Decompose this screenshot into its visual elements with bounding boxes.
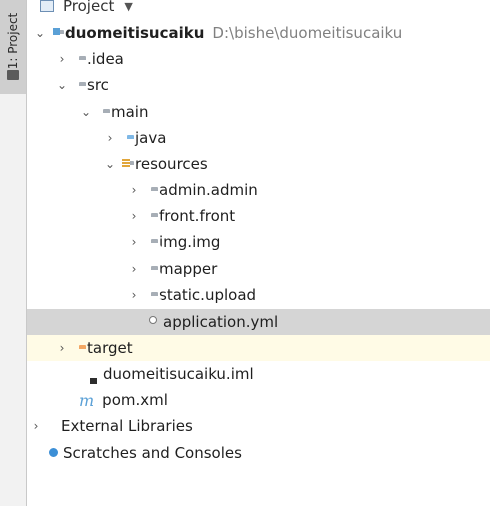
tree-row-project-root[interactable]: ⌄ duomeitisucaiku D:\bishe\duomeitisucai… [27, 20, 490, 46]
tree-row-src[interactable]: ⌄ src [27, 72, 490, 98]
chevron-right-icon[interactable]: › [55, 52, 69, 66]
project-header: Project ▼ [27, 0, 490, 18]
chevron-right-icon[interactable]: › [127, 209, 141, 223]
tree-label: application.yml [163, 313, 279, 331]
chevron-right-icon[interactable]: › [127, 183, 141, 197]
chevron-right-icon[interactable]: › [55, 341, 69, 355]
tree-row-external-libraries[interactable]: › External Libraries [27, 413, 490, 439]
tree-row-idea[interactable]: › .idea [27, 46, 490, 72]
chevron-down-icon[interactable]: ⌄ [103, 157, 117, 171]
chevron-down-icon[interactable]: ⌄ [33, 26, 47, 40]
tree-row-iml-file[interactable]: duomeitisucaiku.iml [27, 361, 490, 387]
tree-label: target [87, 339, 133, 357]
tree-label: External Libraries [61, 417, 193, 435]
folder-icon [7, 70, 19, 80]
tree-label: java [135, 129, 167, 147]
project-tool-tab[interactable]: 1: Project [0, 0, 26, 94]
chevron-right-icon[interactable]: › [103, 131, 117, 145]
tree-row-pom-file[interactable]: m pom.xml [27, 387, 490, 413]
tree-label: main [111, 103, 149, 121]
tree-row-main[interactable]: ⌄ main [27, 99, 490, 125]
project-title[interactable]: Project [63, 0, 114, 15]
tool-window-strip: 1: Project [0, 0, 27, 506]
tree-row-mapper[interactable]: › mapper [27, 256, 490, 282]
tree-row-target[interactable]: › target [27, 335, 490, 361]
chevron-down-icon[interactable]: ⌄ [79, 105, 93, 119]
tree-row-resources[interactable]: ⌄ resources [27, 151, 490, 177]
tree-label: pom.xml [102, 391, 168, 409]
tree-label: .idea [87, 50, 124, 68]
tree-row-java[interactable]: › java [27, 125, 490, 151]
tree-label: resources [135, 155, 208, 173]
tree-row-img-img[interactable]: › img.img [27, 229, 490, 255]
chevron-right-icon[interactable]: › [127, 235, 141, 249]
tree-row-application-yml[interactable]: application.yml [27, 309, 490, 335]
tree-label: mapper [159, 260, 218, 278]
project-path: D:\bishe\duomeitisucaiku [212, 24, 403, 42]
tree-row-static-upload[interactable]: › static.upload [27, 282, 490, 308]
project-view-icon [40, 0, 54, 12]
tree-label: admin.admin [159, 181, 258, 199]
tree-label: duomeitisucaiku [65, 24, 205, 42]
chevron-right-icon[interactable]: › [127, 288, 141, 302]
maven-glyph: m [79, 390, 95, 410]
maven-icon: m [79, 391, 94, 410]
tree-row-scratches[interactable]: Scratches and Consoles [27, 440, 490, 466]
module-file-icon [90, 365, 97, 384]
tree-label: src [87, 76, 109, 94]
tree-label: img.img [159, 233, 221, 251]
tree-label: front.front [159, 207, 236, 225]
tree-label: Scratches and Consoles [63, 444, 242, 462]
chevron-down-icon[interactable]: ⌄ [55, 78, 69, 92]
project-tab-label: 1: Project [6, 12, 20, 70]
chevron-down-icon[interactable]: ▼ [124, 0, 132, 13]
chevron-right-icon[interactable]: › [29, 419, 43, 433]
tree-label: duomeitisucaiku.iml [103, 365, 254, 383]
tree-label: static.upload [159, 286, 257, 304]
tree-row-admin-admin[interactable]: › admin.admin [27, 177, 490, 203]
tree-row-front-front[interactable]: › front.front [27, 203, 490, 229]
chevron-right-icon[interactable]: › [127, 262, 141, 276]
